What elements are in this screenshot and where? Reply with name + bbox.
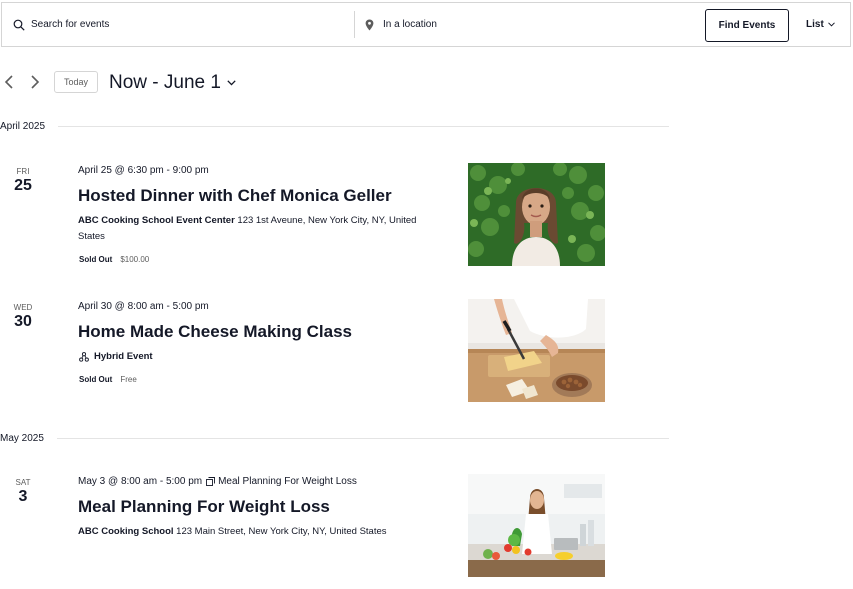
hybrid-event-label: Hybrid Event	[94, 351, 153, 362]
event-datetime: April 30 @ 8:00 am - 5:00 pm	[78, 301, 209, 312]
divider	[58, 125, 669, 127]
event-price: $100.00	[120, 255, 150, 264]
event-row: FRI 25 April 25 @ 6:30 pm - 9:00 pm Host…	[0, 163, 669, 268]
next-period-button[interactable]	[28, 74, 42, 90]
event-featured-image[interactable]	[468, 299, 605, 402]
sold-out-label: Sold Out	[79, 255, 113, 264]
event-weekday: WED	[13, 303, 33, 312]
event-weekday: FRI	[16, 167, 30, 176]
date-range-label: Now - June 1	[109, 72, 221, 93]
chevron-down-icon	[227, 80, 236, 86]
cheese-cutting-image	[468, 299, 605, 402]
location-search[interactable]	[364, 3, 684, 46]
search-icon	[12, 18, 26, 32]
location-pin-icon	[364, 18, 374, 32]
view-selector-label: List	[806, 19, 824, 30]
event-datetime-text: April 25 @ 6:30 pm - 9:00 pm	[78, 165, 209, 176]
month-label: May 2025	[0, 432, 44, 444]
event-datetime: May 3 @ 8:00 am - 5:00 pm Meal Planning …	[78, 476, 357, 487]
event-title-link[interactable]: Meal Planning For Weight Loss	[78, 497, 330, 517]
hybrid-event-badge: Hybrid Event	[79, 351, 153, 362]
find-events-button[interactable]: Find Events	[705, 9, 789, 42]
view-selector[interactable]: List	[806, 3, 836, 46]
keyword-search[interactable]	[12, 3, 342, 46]
hybrid-icon	[79, 351, 89, 362]
event-row: SAT 3 May 3 @ 8:00 am - 5:00 pm Meal Pla…	[0, 474, 669, 579]
venue-name: ABC Cooking School Event Center	[78, 215, 235, 226]
date-range-picker[interactable]: Now - June 1	[109, 70, 236, 96]
event-title-link[interactable]: Hosted Dinner with Chef Monica Geller	[78, 186, 392, 206]
event-cost: Sold Out $100.00	[79, 255, 149, 264]
event-datetime-text: May 3 @ 8:00 am - 5:00 pm	[78, 476, 203, 487]
chevron-right-icon	[28, 74, 42, 90]
event-price: Free	[120, 375, 137, 384]
series-link[interactable]: Meal Planning For Weight Loss	[218, 476, 357, 487]
divider	[56, 437, 669, 439]
venue-name: ABC Cooking School	[78, 526, 174, 537]
keyword-input[interactable]	[31, 19, 311, 30]
month-label: April 2025	[0, 120, 46, 132]
event-day-number: 30	[14, 313, 32, 330]
month-separator: May 2025	[0, 431, 669, 445]
month-separator: April 2025	[0, 119, 669, 133]
location-input[interactable]	[383, 19, 663, 30]
event-title-link[interactable]: Home Made Cheese Making Class	[78, 322, 352, 342]
events-search-bar: Find Events List	[1, 2, 851, 47]
sold-out-label: Sold Out	[79, 375, 113, 384]
event-day-number: 3	[18, 488, 28, 505]
event-row: WED 30 April 30 @ 8:00 am - 5:00 pm Home…	[0, 299, 669, 404]
event-featured-image[interactable]	[468, 163, 605, 266]
kitchen-cooking-image	[468, 474, 605, 577]
event-venue: ABC Cooking School 123 Main Street, New …	[78, 524, 478, 540]
previous-period-button[interactable]	[2, 74, 16, 90]
event-datetime: April 25 @ 6:30 pm - 9:00 pm	[78, 165, 209, 176]
woman-portrait-image	[468, 163, 605, 266]
today-button[interactable]: Today	[54, 71, 98, 93]
search-divider	[354, 11, 355, 38]
chevron-left-icon	[2, 74, 16, 90]
chevron-down-icon	[828, 22, 836, 28]
event-datetime-text: April 30 @ 8:00 am - 5:00 pm	[78, 301, 209, 312]
event-featured-image[interactable]	[468, 474, 605, 577]
event-venue: ABC Cooking School Event Center 123 1st …	[78, 213, 433, 244]
venue-address: 123 Main Street, New York City, NY, Unit…	[176, 526, 387, 537]
series-icon	[206, 477, 216, 486]
event-weekday: SAT	[15, 478, 31, 487]
event-day-number: 25	[14, 177, 32, 194]
event-cost: Sold Out Free	[79, 375, 137, 384]
